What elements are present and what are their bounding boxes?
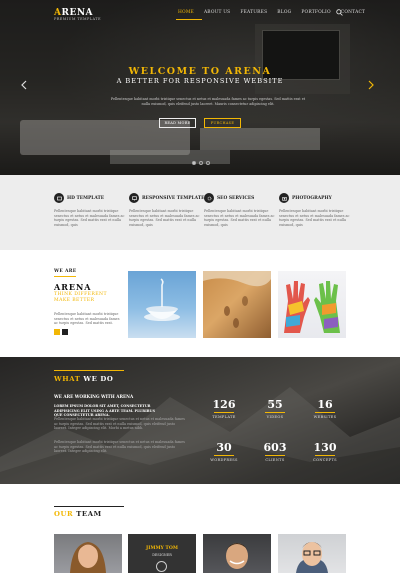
about-text: Pellentesque habitant morbi tristique se… — [54, 312, 120, 326]
about-nav-square[interactable] — [54, 329, 60, 335]
title-rest: WE DO — [80, 375, 114, 383]
what-we-do-section: WHAT WE DO WE ARE WORKING WITH ARENA LOR… — [0, 357, 400, 484]
stat-label: CLIENTS — [265, 458, 285, 462]
logo-subtitle: PREMIUM TEMPLATE — [54, 17, 101, 21]
what-we-do-title: WHAT WE DO — [54, 375, 113, 383]
gear-icon — [204, 193, 214, 203]
feature-title: PHOTOGRAPHY — [292, 196, 332, 201]
features-section: HD TEMPLATE Pellentesque habitant morbi … — [0, 175, 400, 250]
stat-template: 126 TEMPLATE — [204, 398, 244, 420]
about-title: ARENA — [54, 282, 92, 292]
feature-text: Pellentesque habitant morbi tristique se… — [279, 209, 350, 227]
slider-prev-icon[interactable] — [20, 80, 28, 90]
feature-text: Pellentesque habitant morbi tristique se… — [204, 209, 275, 227]
stat-value: 603 — [263, 441, 287, 454]
what-we-do-lead: LOREM IPSUM DOLOR SIT AMET, CONSECTETUR … — [54, 404, 155, 418]
team-member-photo[interactable] — [278, 534, 346, 573]
team-member-featured[interactable]: JIMMY TOM DESIGNER — [128, 534, 196, 573]
stat-bar — [265, 455, 285, 456]
stat-label: VIDEOS — [266, 415, 284, 419]
what-we-do-heading: WE ARE WORKING WITH ARENA — [54, 394, 134, 399]
main-menu: HOME ABOUT US FEATURES BLOG PORTFOLIO CO… — [176, 10, 373, 20]
top-nav: ARENA PREMIUM TEMPLATE HOME ABOUT US FEA… — [0, 0, 400, 28]
page: ARENA PREMIUM TEMPLATE HOME ABOUT US FEA… — [0, 0, 400, 573]
slider-dot[interactable] — [206, 161, 210, 165]
monitor-icon — [129, 193, 139, 203]
stat-value: 16 — [317, 398, 333, 411]
title-highlight: WHAT — [54, 375, 81, 383]
stat-label: WEBSITES — [313, 415, 337, 419]
feature-title: SEO SERVICES — [217, 196, 255, 201]
team-member-photo[interactable] — [203, 534, 271, 573]
stat-bar — [315, 455, 335, 456]
stat-clients: 603 CLIENTS — [255, 441, 295, 463]
title-highlight: OUR — [54, 510, 74, 518]
about-label: WE ARE — [54, 269, 77, 274]
stat-label: CONCEPTS — [313, 458, 337, 462]
menu-item-features[interactable]: FEATURES — [238, 10, 275, 20]
link-icon[interactable] — [156, 561, 167, 572]
feature-title: HD TEMPLATE — [67, 196, 105, 201]
team-title: OUR TEAM — [54, 510, 102, 518]
hero-subtitle: A BETTER FOR RESPONSIVE WEBSITE — [116, 77, 284, 85]
stat-value: 30 — [216, 441, 232, 454]
stat-bar — [214, 455, 234, 456]
about-section: WE ARE ARENA THINK DIFFERENT MAKE BETTER… — [0, 250, 400, 357]
stat-label: TEMPLATE — [212, 415, 236, 419]
feature-text: Pellentesque habitant morbi tristique se… — [54, 209, 125, 227]
slider-dot[interactable] — [192, 161, 196, 165]
team-member-role: DESIGNER — [152, 553, 172, 557]
stat-value: 130 — [313, 441, 337, 454]
stat-label: WORDPRESS — [210, 458, 238, 462]
menu-item-blog[interactable]: BLOG — [275, 10, 299, 20]
stat-bar — [315, 412, 335, 413]
hero-title: WELCOME TO ARENA — [128, 66, 272, 77]
what-we-do-paragraph: Pellentesque habitant morbi tristique se… — [54, 440, 185, 454]
tagline-line-2: MAKE BETTER — [54, 298, 95, 303]
feature-text: Pellentesque habitant morbi tristique se… — [129, 209, 200, 227]
about-underline — [54, 276, 76, 277]
slider-dot[interactable] — [199, 161, 203, 165]
stat-websites: 16 WEBSITES — [305, 398, 345, 420]
menu-item-about[interactable]: ABOUT US — [202, 10, 238, 20]
menu-item-portfolio[interactable]: PORTFOLIO — [299, 10, 338, 20]
search-icon[interactable] — [336, 9, 343, 16]
stat-bar — [214, 412, 234, 413]
menu-item-contact[interactable]: CONTACT — [339, 10, 373, 20]
stat-bar — [265, 412, 285, 413]
photo-bowl[interactable] — [128, 271, 196, 338]
stat-value: 55 — [267, 398, 283, 411]
stat-videos: 55 VIDEOS — [255, 399, 295, 419]
slider-dots — [192, 161, 210, 165]
title-rest: TEAM — [73, 510, 102, 518]
feature-title: RESPONSIVE TEMPLATE — [142, 196, 205, 201]
about-tagline: THINK DIFFERENT MAKE BETTER — [54, 292, 107, 304]
hero-text: Pellentesque habitant morbi tristique se… — [110, 97, 306, 106]
menu-item-home[interactable]: HOME — [176, 10, 202, 20]
about-nav-square[interactable] — [62, 329, 68, 335]
slider-next-icon[interactable] — [367, 80, 375, 90]
stat-concepts: 130 CONCEPTS — [305, 441, 345, 463]
team-line — [54, 506, 124, 507]
photo-sand[interactable] — [203, 271, 271, 338]
camera-icon — [279, 193, 289, 203]
what-we-do-paragraph: Pellentesque habitant morbi tristique se… — [54, 417, 185, 431]
photo-painted-hands[interactable] — [278, 271, 346, 338]
team-section: OUR TEAM JIMMY TOM DESIGNER — [0, 484, 400, 573]
hero-section: ARENA PREMIUM TEMPLATE HOME ABOUT US FEA… — [0, 0, 400, 175]
stat-wordpress: 30 WORDPRESS — [204, 441, 244, 463]
team-member-photo[interactable] — [54, 534, 122, 573]
hd-icon — [54, 193, 64, 203]
purchase-button[interactable]: PURCHASE — [204, 118, 241, 128]
team-member-name: JIMMY TOM — [146, 546, 178, 551]
stat-value: 126 — [212, 398, 236, 411]
read-more-button[interactable]: READ MORE — [159, 118, 196, 128]
what-we-do-line — [54, 370, 124, 371]
